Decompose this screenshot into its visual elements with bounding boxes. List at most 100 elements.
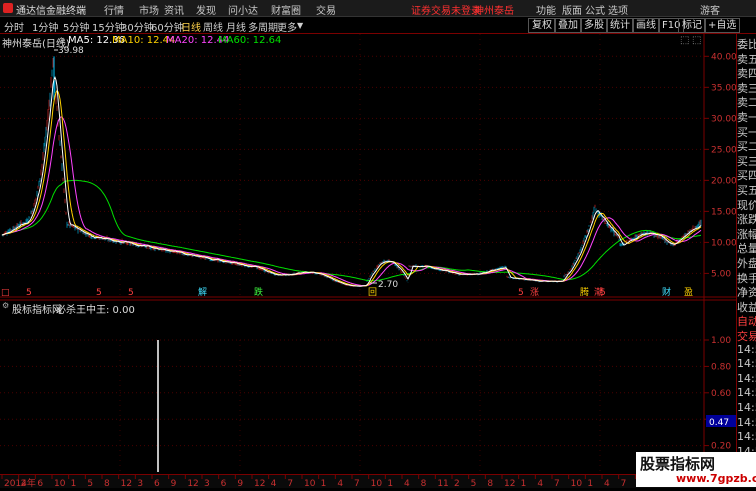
app-title: 通达信金融终端 <box>16 6 86 17</box>
event-marker-icon[interactable]: 解 <box>198 286 207 298</box>
indicator-formula: 必杀王中王: 0.00 <box>56 305 135 316</box>
indicator-tick-label: 0.60 <box>711 389 731 399</box>
candlestick-series <box>1 56 702 287</box>
kline-chart[interactable]: 40.0035.0030.0025.0020.0015.0010.005.00 … <box>0 34 736 474</box>
event-marker-icon[interactable]: 盈 <box>684 287 693 298</box>
side-panel-label[interactable]: 14:56 <box>737 372 756 385</box>
low-price-label: 2.70 <box>378 280 398 290</box>
add-watchlist-button[interactable]: +自选 <box>704 18 740 33</box>
event-marker-icon[interactable]: 涨 <box>530 287 539 298</box>
user-name[interactable]: 游客 <box>700 2 720 17</box>
event-marker-icon[interactable]: 5 <box>96 288 102 298</box>
menu-discover[interactable]: 发现 <box>196 2 216 17</box>
overlay-button[interactable]: 叠加 <box>554 18 582 33</box>
price-tick-label: 30.00 <box>711 114 736 124</box>
period-more[interactable]: 更多 <box>277 19 297 34</box>
period-60min[interactable]: 60分钟 <box>151 19 184 34</box>
adjust-button[interactable]: 复权 <box>528 18 556 33</box>
period-multi[interactable]: 多周期 <box>248 19 278 34</box>
event-marker-icon[interactable]: 回 <box>368 287 377 298</box>
side-panel-label[interactable]: 14:56 <box>737 343 756 356</box>
period-weekly[interactable]: 周线 <box>203 19 223 34</box>
price-tick-label: 5.00 <box>711 269 731 279</box>
side-panel-label: 总量 <box>737 242 756 256</box>
chevron-down-icon[interactable]: ▼ <box>297 21 303 30</box>
side-panel-label: 卖二 <box>737 96 756 110</box>
ma20-line <box>1 116 702 287</box>
indicator-tick-label: 0.80 <box>711 362 731 372</box>
side-panel-label[interactable]: 14:56 <box>737 357 756 370</box>
menu-wealth[interactable]: 财富圈 <box>271 2 301 17</box>
menu-options[interactable]: 选项 <box>608 2 628 17</box>
menu-layout[interactable]: 版面 <box>562 2 582 17</box>
period-monthly[interactable]: 月线 <box>226 19 246 34</box>
event-marker-icon[interactable]: 5 <box>26 288 32 298</box>
period-15min[interactable]: 15分钟 <box>92 19 125 34</box>
period-timeshare[interactable]: 分时 <box>4 19 24 34</box>
menu-market-quotes[interactable]: 行情 <box>104 2 124 17</box>
side-panel-label: 买三 <box>737 154 756 168</box>
event-marker-icon[interactable]: 财 <box>662 286 671 298</box>
side-panel-label: 外盘 <box>737 257 756 270</box>
side-panel-label: 收益 <box>737 300 756 314</box>
side-panel-label[interactable]: 14:56 <box>737 430 756 443</box>
price-tick-label: 20.00 <box>711 176 736 186</box>
event-marker-icon[interactable]: 腾 <box>580 286 589 298</box>
menu-trade[interactable]: 交易 <box>316 2 336 17</box>
period-toolbar: 分时 1分钟 5分钟 15分钟 30分钟 60分钟 日线 周线 月线 多周期 更… <box>0 17 756 34</box>
indicator-name[interactable]: 股标指标网 <box>12 301 62 316</box>
broker-name: 神州泰岳 <box>474 6 514 17</box>
draw-line-button[interactable]: 画线 <box>632 18 660 33</box>
side-panel-label[interactable]: 自动 <box>737 313 756 329</box>
high-price-label: 39.98 <box>58 46 84 56</box>
side-panel-label: 买四 <box>737 169 756 183</box>
menu-formula[interactable]: 公式 <box>585 2 605 17</box>
side-panel-label: 买二 <box>737 140 756 154</box>
side-panel-label: 涨跌 <box>737 213 756 227</box>
watermark: 股票指标网 www.7gpzb.com <box>636 452 756 487</box>
multi-stock-button[interactable]: 多股 <box>580 18 608 33</box>
price-tick-label: 15.00 <box>711 207 736 217</box>
side-panel-label[interactable]: 14:56 <box>737 386 756 399</box>
event-marker-icon[interactable]: 5 <box>518 288 524 298</box>
price-tick-label: 40.00 <box>711 52 736 62</box>
indicator-current-value: 0.47 <box>709 418 729 428</box>
title-bar: 通达信金融终端 行情 市场 资讯 发现 问小达 财富圈 交易 证券交易未登录 神… <box>0 0 756 17</box>
ma60-line <box>1 179 702 282</box>
menu-ask[interactable]: 问小达 <box>228 2 258 17</box>
event-marker-icon[interactable]: 5 <box>128 288 134 298</box>
statistics-button[interactable]: 统计 <box>606 18 634 33</box>
side-panel-label: 卖三 <box>737 81 756 95</box>
watermark-url: www.7gpzb.com <box>676 472 756 485</box>
event-marker-icon[interactable]: 跌 <box>254 287 263 298</box>
event-markers[interactable]: □ 5 5 5 解跌回 5 涨腾潮5 财盈 <box>1 286 693 298</box>
indicator-grid <box>0 339 704 472</box>
side-panel-label[interactable]: 交易 <box>737 328 756 344</box>
side-panel-label[interactable]: 14:56 <box>737 401 756 414</box>
event-marker-icon[interactable]: □ <box>1 288 10 298</box>
side-panel-label: 委比 <box>737 38 756 51</box>
side-panel-label: 涨幅 <box>737 227 756 241</box>
main-grid <box>0 34 704 296</box>
price-tick-label: 35.00 <box>711 83 736 93</box>
side-panel-label: 卖五 <box>737 52 756 66</box>
indicator-info-line: ⚙ 股标指标网 必杀王中王: 0.00 <box>0 300 700 316</box>
period-5min[interactable]: 5分钟 <box>63 19 89 34</box>
price-axis: 40.00 35.00 30.00 25.00 20.00 15.00 10.00 5.00 <box>704 52 736 279</box>
mark-button[interactable]: 标记 <box>678 18 706 33</box>
period-daily[interactable]: 日线 <box>181 19 201 34</box>
period-30min[interactable]: 30分钟 <box>121 19 154 34</box>
event-marker-icon[interactable]: 5 <box>600 288 606 298</box>
login-status[interactable]: 证券交易未登录 <box>411 2 481 17</box>
app-logo-icon <box>3 3 13 13</box>
side-panel-label: 净资 <box>737 286 756 300</box>
side-panel-label[interactable]: 14:56 <box>737 416 756 429</box>
settings-gear-icon[interactable]: ⚙ <box>2 301 9 310</box>
watermark-title: 股票指标网 <box>640 455 716 473</box>
indicator-tick-label: 0.20 <box>711 442 731 452</box>
side-panel-label: 卖一 <box>737 111 756 124</box>
period-1min[interactable]: 1分钟 <box>32 19 58 34</box>
menu-market[interactable]: 市场 <box>139 2 159 17</box>
menu-function[interactable]: 功能 <box>536 2 556 17</box>
menu-news[interactable]: 资讯 <box>164 2 184 17</box>
